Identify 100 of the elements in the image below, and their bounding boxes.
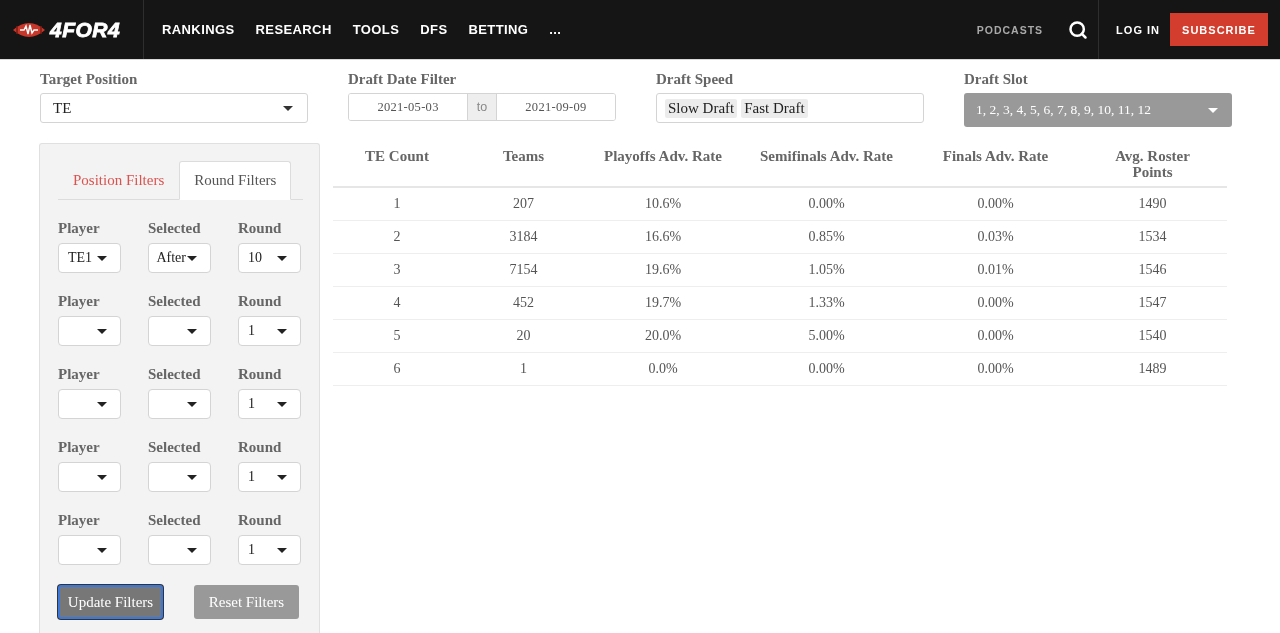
caret-icon xyxy=(97,547,107,553)
dropdown-select[interactable]: 1 xyxy=(238,462,301,492)
table-cell: 5.00% xyxy=(740,319,913,352)
table-cell: 0.0% xyxy=(586,352,740,385)
table-cell: 6 xyxy=(333,352,461,385)
filter-tab[interactable]: Round Filters xyxy=(179,161,292,200)
nav-link[interactable]: BETTING xyxy=(468,22,529,37)
column-header: Finals Adv. Rate xyxy=(913,143,1078,187)
nav-link[interactable]: TOOLS xyxy=(352,22,400,37)
table-cell: 20.0% xyxy=(586,319,740,352)
field-label: Selected xyxy=(148,292,202,310)
draft-speed-field[interactable]: Slow Draft Fast Draft xyxy=(656,93,924,123)
table-cell: 207 xyxy=(461,187,586,220)
field-label: Round xyxy=(238,292,283,310)
field-label: Player xyxy=(58,219,101,237)
more-link[interactable]: ... xyxy=(549,22,562,37)
nav-link[interactable]: DFS xyxy=(420,22,448,37)
table-cell: 4 xyxy=(333,286,461,319)
table-cell: 16.6% xyxy=(586,220,740,253)
nav-link[interactable]: RANKINGS xyxy=(162,22,235,37)
caret-icon xyxy=(187,547,197,553)
caret-icon xyxy=(277,255,287,261)
table-cell: 1534 xyxy=(1078,220,1227,253)
dropdown-select[interactable] xyxy=(148,389,211,419)
caret-icon xyxy=(1208,107,1218,113)
field-label: Draft Slot xyxy=(964,70,1029,88)
field-label: Selected xyxy=(148,365,202,383)
column-header: Semifinals Adv. Rate xyxy=(740,143,913,187)
caret-icon xyxy=(187,474,197,480)
column-header: Teams xyxy=(461,143,586,187)
caret-icon xyxy=(277,401,287,407)
update-filters-button[interactable]: Update Filters xyxy=(58,585,163,619)
field-label: Player xyxy=(58,438,101,456)
table-cell: 1489 xyxy=(1078,352,1227,385)
table-cell: 452 xyxy=(461,286,586,319)
position-select[interactable]: TE xyxy=(40,93,308,123)
table-cell: 1.33% xyxy=(740,286,913,319)
table-cell: 2 xyxy=(333,220,461,253)
column-header: Avg. Roster Points xyxy=(1078,143,1227,187)
dropdown-select[interactable]: 1 xyxy=(238,389,301,419)
table-cell: 1.05% xyxy=(740,253,913,286)
dropdown-select[interactable] xyxy=(148,535,211,565)
dropdown-select[interactable] xyxy=(58,316,121,346)
caret-icon xyxy=(187,255,197,261)
caret-icon xyxy=(277,328,287,334)
field-label: Round xyxy=(238,365,283,383)
table-cell: 0.00% xyxy=(913,352,1078,385)
caret-icon xyxy=(97,474,107,480)
table-cell: 1490 xyxy=(1078,187,1227,220)
table-cell: 0.00% xyxy=(913,187,1078,220)
table-cell: 0.00% xyxy=(740,352,913,385)
field-label: Target Position xyxy=(40,70,139,88)
table-cell: 0.85% xyxy=(740,220,913,253)
caret-icon xyxy=(187,401,197,407)
table-cell: 20 xyxy=(461,319,586,352)
field-label: Round xyxy=(238,511,283,529)
field-label: Draft Date Filter xyxy=(348,70,458,88)
caret-icon xyxy=(277,547,287,553)
table-cell: 1540 xyxy=(1078,319,1227,352)
table-cell: 0.00% xyxy=(740,187,913,220)
logo-text[interactable]: 4FOR4 xyxy=(50,17,121,42)
dropdown-select[interactable]: 1 xyxy=(238,316,301,346)
dropdown-select[interactable]: 10 xyxy=(238,243,301,273)
field-label: Selected xyxy=(148,438,202,456)
search-icon[interactable] xyxy=(1068,19,1089,40)
nav-link[interactable]: RESEARCH xyxy=(255,22,332,37)
dropdown-select[interactable] xyxy=(148,316,211,346)
table-cell: 5 xyxy=(333,319,461,352)
caret-icon xyxy=(97,401,107,407)
subscribe-button[interactable]: SUBSCRIBE xyxy=(1170,13,1268,46)
login-link[interactable]: LOG IN xyxy=(1116,23,1160,36)
table-cell: 0.03% xyxy=(913,220,1078,253)
field-label: Round xyxy=(238,438,283,456)
table-cell: 1547 xyxy=(1078,286,1227,319)
column-header: Playoffs Adv. Rate xyxy=(586,143,740,187)
table-cell: 10.6% xyxy=(586,187,740,220)
table-cell: 1546 xyxy=(1078,253,1227,286)
speed-tag[interactable]: Fast Draft xyxy=(741,98,808,118)
field-label: Round xyxy=(238,219,283,237)
dropdown-select[interactable] xyxy=(58,462,121,492)
dropdown-select[interactable] xyxy=(58,535,121,565)
speed-tag[interactable]: Slow Draft xyxy=(665,98,738,118)
dropdown-select[interactable]: 1 xyxy=(238,535,301,565)
dropdown-select[interactable] xyxy=(148,462,211,492)
table-cell: 19.7% xyxy=(586,286,740,319)
table-cell: 3 xyxy=(333,253,461,286)
table-cell: 1 xyxy=(333,187,461,220)
dropdown-select[interactable]: TE1 xyxy=(58,243,121,273)
table-cell: 3184 xyxy=(461,220,586,253)
podcasts-link[interactable]: PODCASTS xyxy=(976,23,1044,36)
dropdown-select[interactable] xyxy=(58,389,121,419)
dropdown-select[interactable]: After xyxy=(148,243,211,273)
field-label: Selected xyxy=(148,511,202,529)
caret-icon xyxy=(97,328,107,334)
filter-tab[interactable]: Position Filters xyxy=(58,161,180,200)
caret-icon xyxy=(97,255,107,261)
field-label: Player xyxy=(58,292,101,310)
field-label: Selected xyxy=(148,219,202,237)
table-cell: 0.00% xyxy=(913,319,1078,352)
caret-icon xyxy=(187,328,197,334)
